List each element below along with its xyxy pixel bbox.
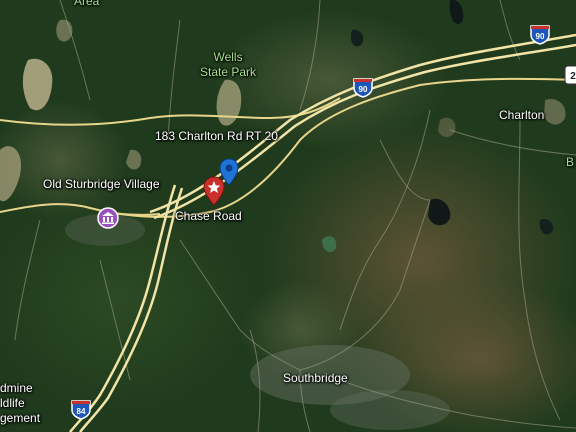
old-sturbridge-village-label: Old Sturbridge Village	[43, 177, 160, 191]
interstate-90-mid-number: 90	[359, 85, 368, 94]
road-network	[0, 0, 576, 432]
interstate-90-shield-icon: 90	[353, 78, 373, 98]
map-viewport[interactable]: Area Wells State Park 183 Charlton Rd RT…	[0, 0, 576, 432]
right-edge-partial-label: B	[566, 155, 575, 169]
area-partial-label: Area	[74, 0, 100, 8]
wells-state-park-label: Wells State Park	[200, 50, 257, 79]
chase-road-label: Chase Road	[175, 209, 242, 223]
wildlife-management-partial-label: dmine ldlife gement	[0, 381, 41, 425]
route-shield-icon: 2	[564, 65, 576, 85]
address-label: 183 Charlton Rd RT 20	[155, 129, 278, 143]
interstate-84-number: 84	[77, 407, 86, 416]
interstate-90-top-number: 90	[536, 32, 545, 41]
interstate-84-shield-icon: 84	[71, 400, 91, 420]
route-shield-number: 2	[570, 71, 576, 82]
charlton-label: Charlton	[499, 108, 545, 122]
museum-icon[interactable]	[97, 207, 119, 229]
southbridge-label: Southbridge	[283, 371, 348, 385]
star-pin-icon[interactable]	[203, 176, 225, 206]
interstate-90-shield-icon: 90	[530, 25, 550, 45]
